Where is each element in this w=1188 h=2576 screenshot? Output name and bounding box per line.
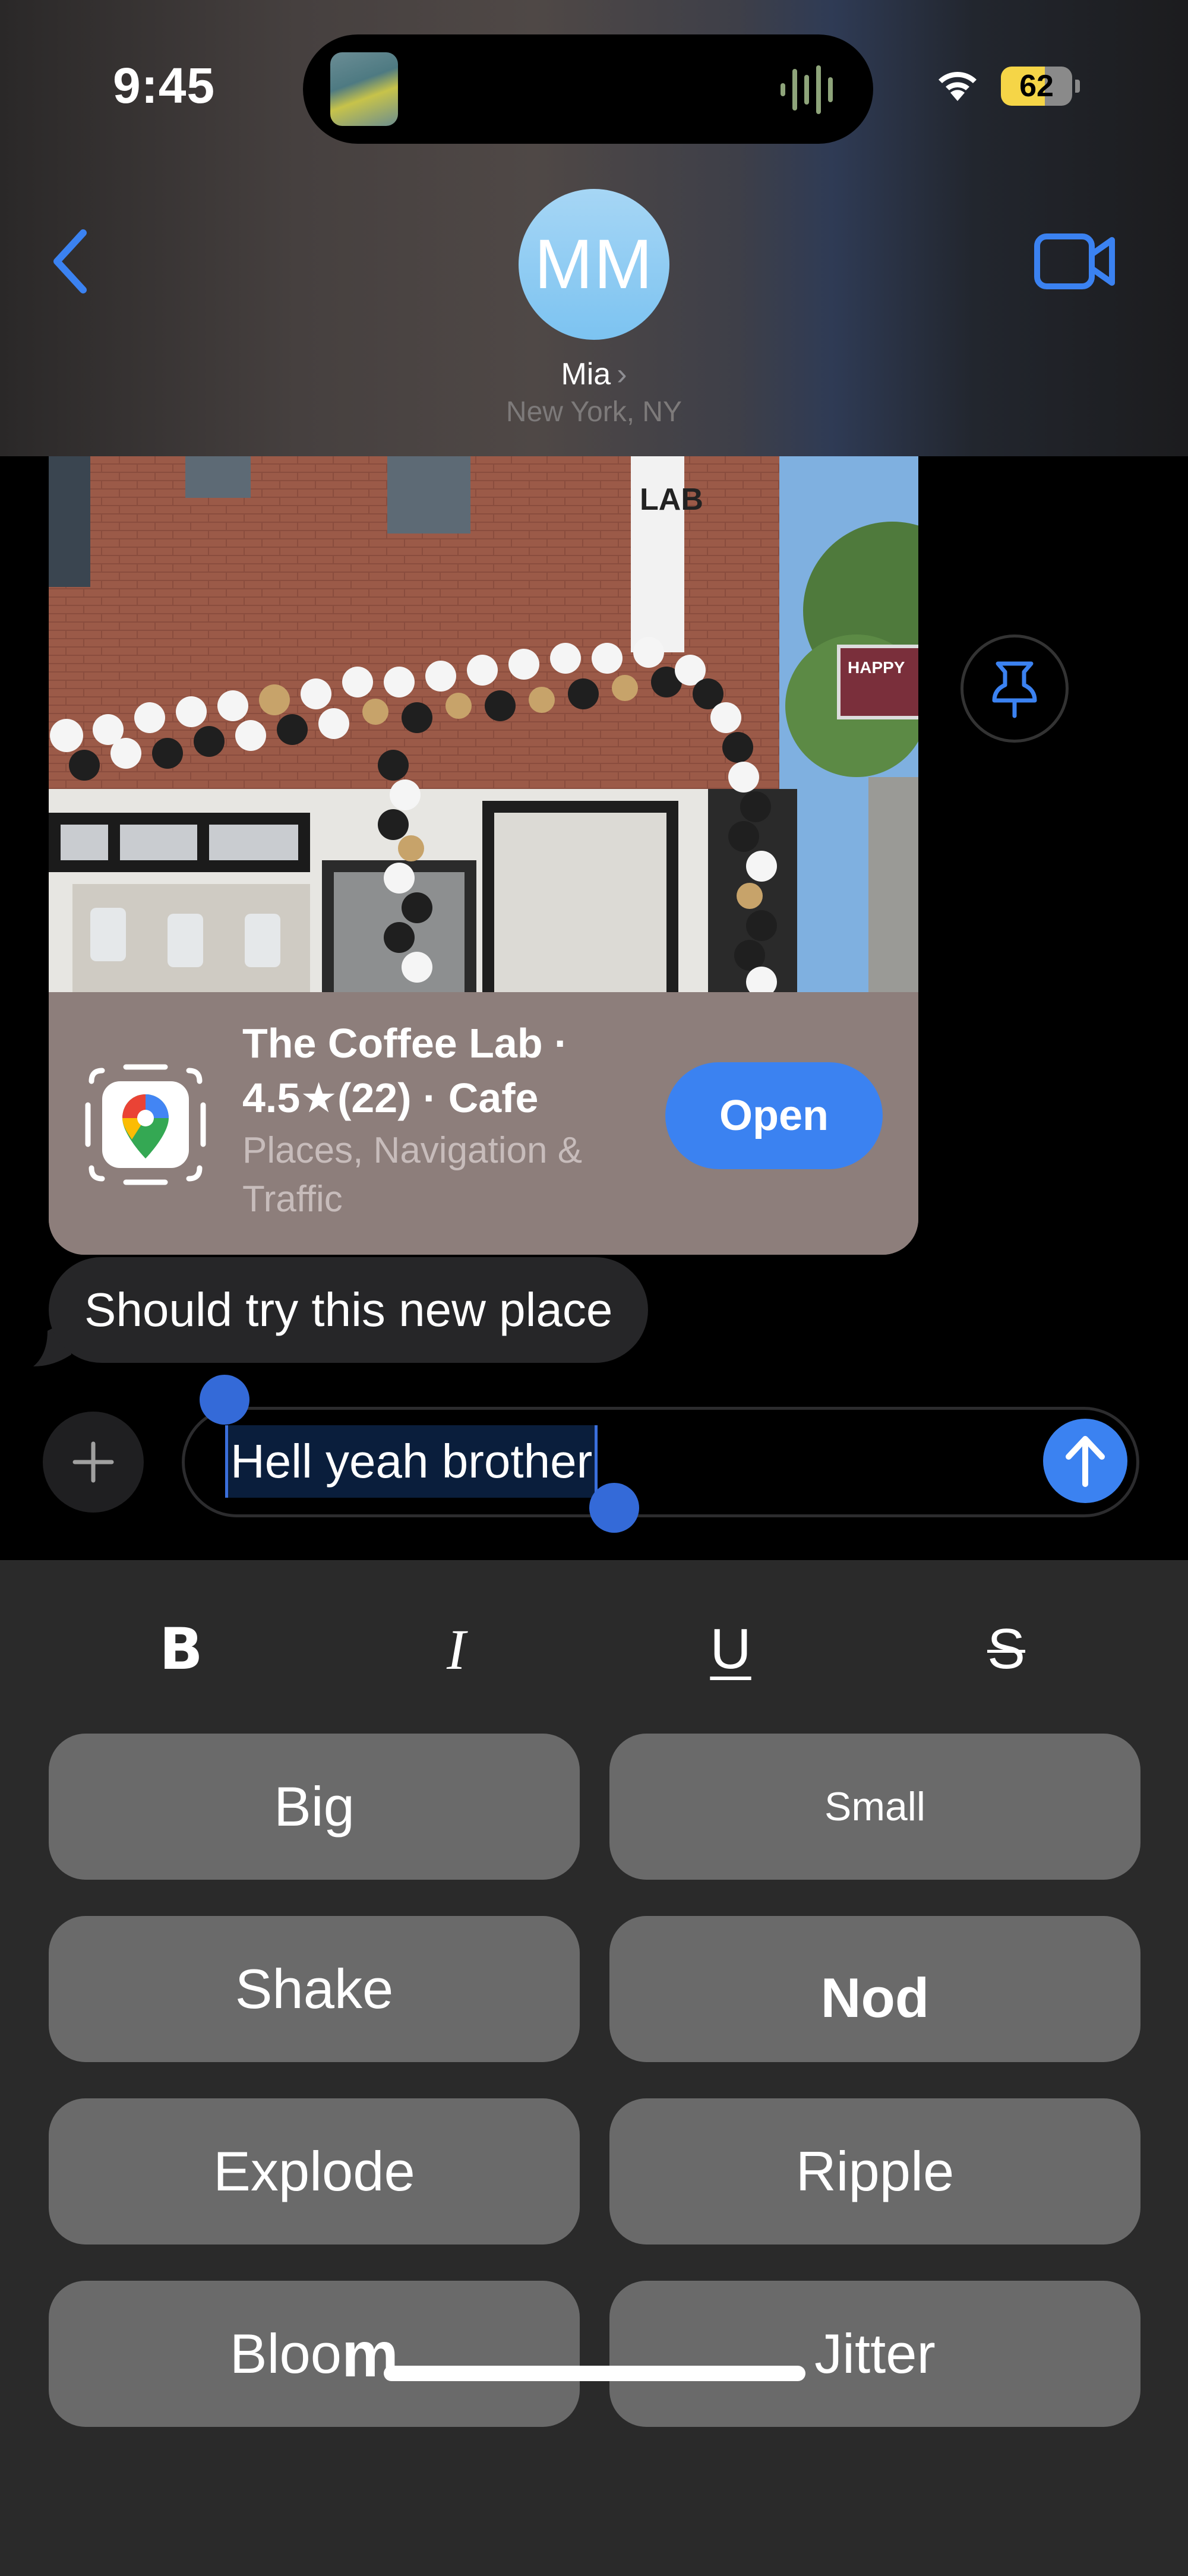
effect-nod-button[interactable]: Nod [609,1916,1140,2062]
selected-text[interactable]: Hell yeah brother [225,1425,598,1498]
audio-waveform-icon [781,65,833,114]
selection-handle-start[interactable] [200,1375,249,1425]
strikethrough-button[interactable]: S [947,1590,1066,1709]
link-subtitle: Places, Navigation & Traffic [242,1130,583,1220]
battery-percent: 62 [1019,69,1054,103]
effect-ripple-button[interactable]: Ripple [609,2098,1140,2244]
effect-big-button[interactable]: Big [49,1734,580,1880]
wifi-icon [939,72,977,101]
battery-icon: 62 [1001,67,1072,106]
link-info[interactable]: The Coffee Lab · 4.5★(22) · Cafe Places,… [49,992,918,1255]
text-effects-panel: B I U S Big Small Shake Nod Explode Ripp… [0,1560,1188,2576]
effect-shake-button[interactable]: Shake [49,1916,580,2062]
attachments-button[interactable] [43,1412,144,1513]
message-input[interactable]: Hell yeah brother [182,1407,1139,1517]
link-title: The Coffee Lab · 4.5★(22) · Cafe [242,1020,568,1121]
rich-link-card[interactable]: LAB HAPPY The Coffee Lab · 4.5★(22) · Ca… [49,456,918,1255]
effect-explode-button[interactable]: Explode [49,2098,580,2244]
now-playing-artwork [330,52,398,126]
pin-button[interactable] [960,634,1069,743]
avatar-initials: MM [534,225,654,304]
underline-button[interactable]: U [671,1590,790,1709]
effect-bloom-button[interactable]: Bloo m [49,2281,580,2427]
avatar[interactable]: MM [519,189,669,340]
svg-text:LAB: LAB [640,482,703,517]
chevron-right-icon: › [617,357,627,392]
google-maps-icon [85,1064,206,1185]
effect-jitter-button[interactable]: Jitter [609,2281,1140,2427]
open-button[interactable]: Open [665,1062,883,1169]
back-button[interactable] [48,226,95,297]
message-bubble-incoming[interactable]: Should try this new place [49,1257,649,1363]
selection-handle-end[interactable] [589,1483,639,1533]
home-indicator[interactable] [384,2366,805,2381]
contact-name[interactable]: Mia › [0,356,1188,392]
message-text: Should try this new place [84,1283,613,1336]
conversation-header: 9:45 62 MM Mia › New York, NY [0,0,1188,456]
bold-button[interactable]: B [122,1590,241,1709]
video-call-button[interactable] [1034,232,1117,291]
status-time: 9:45 [113,58,216,113]
italic-button[interactable]: I [397,1590,516,1709]
plus-icon [72,1441,114,1483]
send-button[interactable] [1043,1419,1127,1503]
arrow-up-icon [1066,1436,1105,1487]
text-style-row: B I U S [0,1590,1188,1709]
contact-location: New York, NY [505,396,683,428]
svg-text:HAPPY: HAPPY [848,658,905,677]
link-preview-image[interactable]: LAB HAPPY [49,456,918,992]
effect-small-button[interactable]: Small [609,1734,1140,1880]
battery-tip [1075,80,1080,93]
pin-icon [992,661,1037,718]
dynamic-island[interactable] [303,34,873,144]
